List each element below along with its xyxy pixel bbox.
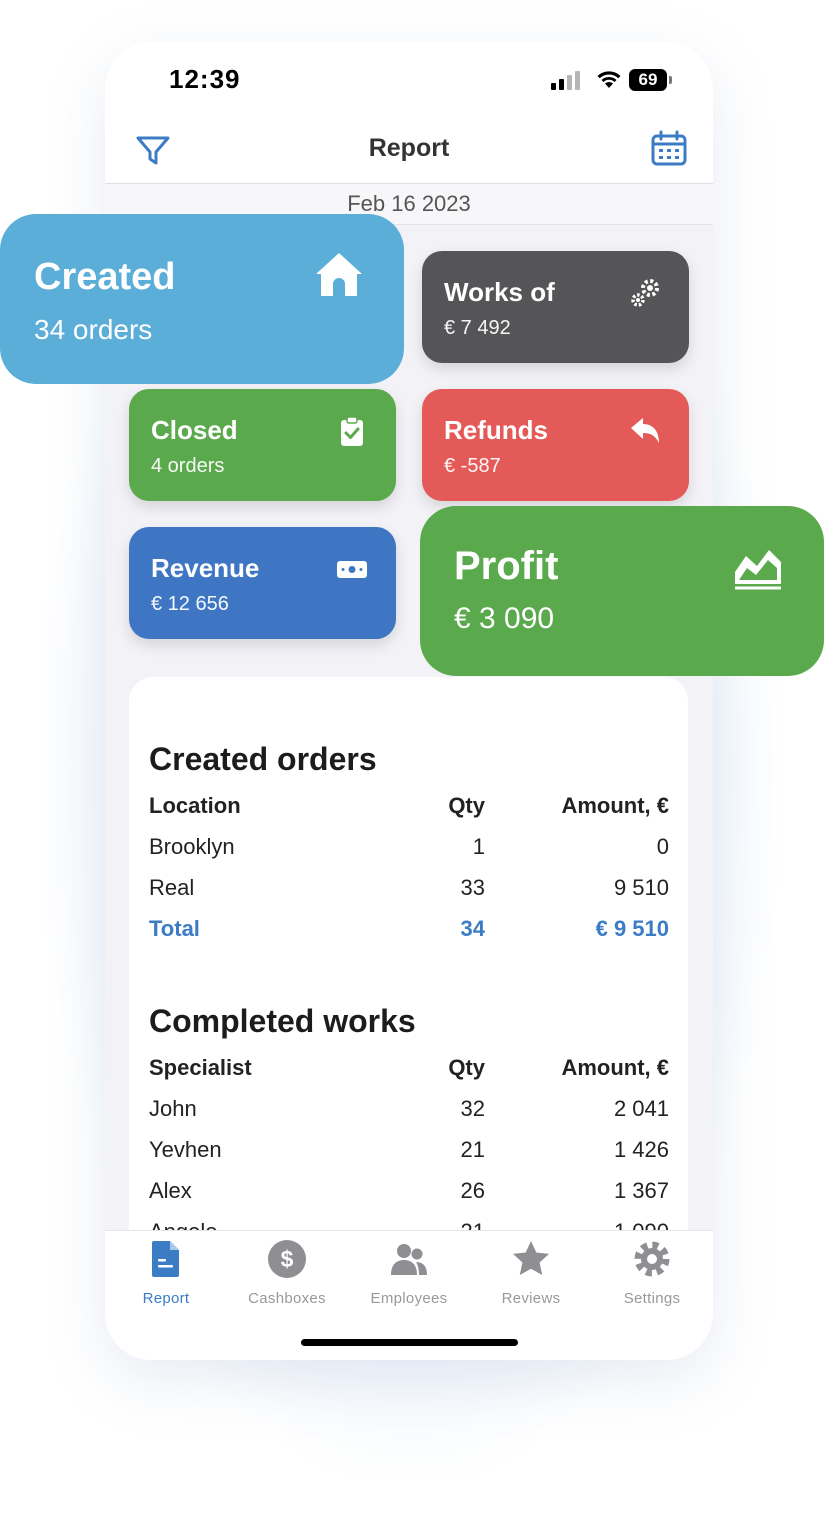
- table-cell: € 9 510: [595, 916, 669, 941]
- created-orders-title: Created orders: [149, 741, 377, 777]
- column-header: Amount, €: [561, 793, 669, 818]
- closed-card-value: 4 orders: [151, 455, 225, 477]
- closed-card[interactable]: Closed 4 orders: [129, 389, 396, 501]
- tab-reviews[interactable]: Reviews: [470, 1239, 592, 1307]
- completed-works-title: Completed works: [149, 1003, 416, 1039]
- gear-icon: [634, 1241, 670, 1277]
- column-header: Location: [149, 793, 241, 818]
- table-cell: 1 426: [613, 1137, 669, 1162]
- status-bar: 12:39 69: [105, 42, 713, 122]
- status-time: 12:39: [169, 64, 241, 94]
- column-header: Specialist: [149, 1055, 252, 1080]
- dollar-coin-icon: $: [268, 1240, 306, 1278]
- table-cell: John: [149, 1096, 197, 1121]
- tab-label: Settings: [623, 1290, 681, 1307]
- table-cell: Alex: [149, 1178, 192, 1203]
- completed-works-header: Specialist Qty Amount, €: [149, 1055, 669, 1091]
- home-icon: [316, 253, 362, 296]
- profit-card[interactable]: Profit € 3 090: [420, 506, 824, 676]
- cellular-signal-icon: [551, 70, 580, 90]
- svg-text:$: $: [281, 1246, 294, 1272]
- works-card-title: Works of: [444, 277, 555, 307]
- table-row: Real 33 9 510: [149, 875, 669, 911]
- tab-cashboxes[interactable]: $ Cashboxes: [226, 1239, 348, 1307]
- battery-indicator: 69: [629, 69, 672, 91]
- revenue-card-title: Revenue: [151, 553, 260, 583]
- table-cell: Yevhen: [149, 1137, 222, 1162]
- table-cell: 32: [460, 1096, 485, 1121]
- home-indicator: [301, 1339, 518, 1346]
- banknote-icon: [337, 561, 367, 578]
- column-header: Qty: [448, 1055, 485, 1080]
- revenue-card-value: € 12 656: [151, 593, 229, 615]
- page-title: Report: [368, 134, 450, 162]
- table-cell: 0: [656, 834, 669, 859]
- calendar-icon[interactable]: [651, 128, 687, 168]
- created-orders-header: Location Qty Amount, €: [149, 793, 669, 829]
- navigation-bar: Report: [105, 122, 713, 184]
- profit-card-value: € 3 090: [454, 602, 555, 635]
- closed-card-title: Closed: [151, 415, 238, 445]
- table-total-row: Total 34 € 9 510: [149, 916, 669, 952]
- table-row: John 32 2 041: [149, 1096, 669, 1132]
- table-cell: Brooklyn: [149, 834, 235, 859]
- table-cell: 21: [460, 1137, 485, 1162]
- created-card-value: 34 orders: [34, 314, 153, 345]
- table-row: Brooklyn 1 0: [149, 834, 669, 870]
- works-card-value: € 7 492: [444, 317, 511, 339]
- table-row: Yevhen 21 1 426: [149, 1137, 669, 1173]
- area-chart-icon: [735, 550, 781, 590]
- table-cell: 34: [460, 916, 485, 941]
- table-cell: Total: [149, 916, 200, 941]
- tab-label: Cashboxes: [248, 1290, 326, 1307]
- table-cell: 1 367: [613, 1178, 669, 1203]
- report-tables: Created orders Location Qty Amount, € Br…: [129, 677, 688, 1277]
- tab-settings[interactable]: Settings: [591, 1239, 713, 1307]
- refunds-card[interactable]: Refunds € -587: [422, 389, 689, 501]
- table-cell: 9 510: [613, 875, 669, 900]
- tab-report[interactable]: Report: [105, 1239, 227, 1307]
- reply-arrow-icon: [631, 418, 659, 443]
- column-header: Amount, €: [561, 1055, 669, 1080]
- gears-icon: [631, 279, 659, 307]
- created-card-title: Created: [34, 256, 176, 298]
- table-cell: 1: [472, 834, 485, 859]
- table-row: Alex 26 1 367: [149, 1178, 669, 1214]
- profit-card-title: Profit: [454, 544, 559, 588]
- refunds-card-title: Refunds: [444, 415, 548, 445]
- table-cell: 33: [460, 875, 485, 900]
- tab-label: Report: [142, 1290, 190, 1307]
- table-cell: 26: [460, 1178, 485, 1203]
- wifi-icon: [597, 71, 621, 88]
- people-icon: [391, 1244, 427, 1275]
- revenue-card[interactable]: Revenue € 12 656: [129, 527, 396, 639]
- tab-label: Employees: [370, 1290, 448, 1307]
- created-card[interactable]: Created 34 orders: [0, 214, 404, 384]
- clipboard-check-icon: [341, 416, 363, 446]
- star-icon: [513, 1241, 549, 1275]
- refunds-card-value: € -587: [444, 455, 501, 477]
- tab-employees[interactable]: Employees: [348, 1239, 470, 1307]
- table-cell: 2 041: [613, 1096, 669, 1121]
- document-icon: [152, 1241, 179, 1277]
- column-header: Qty: [448, 793, 485, 818]
- table-cell: Real: [149, 875, 195, 900]
- tab-label: Reviews: [501, 1290, 561, 1307]
- works-card[interactable]: Works of € 7 492: [422, 251, 689, 363]
